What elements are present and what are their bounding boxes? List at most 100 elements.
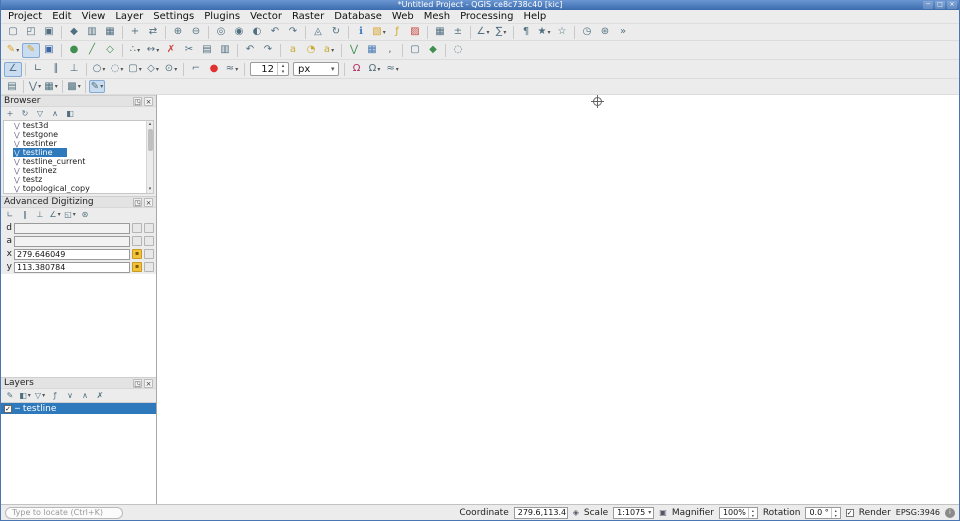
enable-advanced-digitizing-icon[interactable]: ∠	[4, 62, 22, 77]
browser-item-testlinez[interactable]: ⋁testlinez	[4, 166, 145, 175]
statistical-summary-icon[interactable]: ∑▾	[492, 25, 510, 40]
open-layer-styling-icon[interactable]: ✎	[3, 390, 17, 402]
browser-item-testz[interactable]: ⋁testz	[4, 175, 145, 184]
digitize-unit-select[interactable]: px▾	[293, 62, 339, 76]
repeat-lock-icon[interactable]	[144, 223, 154, 233]
menu-item-mesh[interactable]: Mesh	[419, 11, 455, 22]
advdig-settings-icon[interactable]: ⊛	[78, 209, 92, 221]
browser-item-testline[interactable]: ⋁testline	[4, 148, 145, 157]
project-open-icon[interactable]: ◰	[22, 25, 40, 40]
repeat-lock-icon[interactable]	[144, 262, 154, 272]
project-new-icon[interactable]: ▢	[4, 25, 22, 40]
filter-browser-icon[interactable]: ▽	[33, 108, 47, 120]
browser-item-topological_copy[interactable]: ⋁topological_copy	[4, 184, 145, 193]
dropdown-arrow-icon[interactable]: ▾	[102, 66, 105, 73]
close-button[interactable]: ×	[947, 1, 957, 9]
layers-close-icon[interactable]: ×	[144, 379, 153, 388]
dropdown-arrow-icon[interactable]: ▾	[331, 47, 334, 54]
new-print-layout-icon[interactable]: ▥	[83, 25, 101, 40]
menu-item-web[interactable]: Web	[387, 11, 419, 22]
magnifier-spinbox[interactable]: 100% ▴▾	[719, 507, 758, 519]
messages-icon[interactable]: i	[945, 508, 955, 518]
dropdown-arrow-icon[interactable]: ▾	[331, 65, 335, 73]
refresh-browser-icon[interactable]: ↻	[18, 108, 32, 120]
zoom-next-icon[interactable]: ↷	[284, 25, 302, 40]
copy-features-icon[interactable]: ▤	[198, 43, 216, 58]
scroll-up-icon[interactable]: ▴	[149, 121, 152, 128]
browser-item-testgone[interactable]: ⋁testgone	[4, 130, 145, 139]
browser-scrollbar[interactable]: ▴ ▾	[146, 121, 153, 193]
crs-status-button[interactable]: EPSG:3946	[896, 508, 940, 517]
lock-icon[interactable]	[132, 236, 142, 246]
menu-item-project[interactable]: Project	[3, 11, 47, 22]
coordinate-input[interactable]: 279.6,113.4	[514, 507, 568, 519]
menu-item-edit[interactable]: Edit	[47, 11, 76, 22]
scrollbar-thumb[interactable]	[148, 129, 153, 151]
field-input-a[interactable]	[14, 236, 130, 247]
ellipse-digitize-icon[interactable]: ⊙▾	[162, 62, 180, 77]
field-input-x[interactable]: 279.646049	[14, 249, 130, 260]
paste-features-icon[interactable]: ▥	[216, 43, 234, 58]
add-raster-layer-small-icon[interactable]: ▦▾	[43, 80, 59, 93]
undo-icon[interactable]: ↶	[241, 43, 259, 58]
dropdown-arrow-icon[interactable]: ▾	[42, 392, 45, 399]
annotation-tools-icon[interactable]: ✎▾	[89, 80, 105, 93]
new-spatial-bookmark-icon[interactable]: ★▾	[535, 25, 553, 40]
pan-map-icon[interactable]: +	[126, 25, 144, 40]
toggle-extents-icon[interactable]: ◈	[573, 509, 579, 517]
menu-item-raster[interactable]: Raster	[287, 11, 329, 22]
python-console-icon[interactable]: »	[614, 25, 632, 40]
layout-manager-icon[interactable]: ▦	[101, 25, 119, 40]
pan-to-selection-icon[interactable]: ⇄	[144, 25, 162, 40]
repeat-lock-icon[interactable]	[144, 249, 154, 259]
browser-close-icon[interactable]: ×	[144, 97, 153, 106]
identify-features-icon[interactable]: ℹ	[352, 25, 370, 40]
manage-map-themes-icon[interactable]: ◧▾	[18, 390, 32, 402]
digitize-polygon-icon[interactable]: ◇	[101, 43, 119, 58]
toggle-editing-icon[interactable]: ✎	[22, 43, 40, 58]
map-tips-icon[interactable]: ¶	[517, 25, 535, 40]
filter-legend-icon[interactable]: ▽▾	[33, 390, 47, 402]
delete-selected-icon[interactable]: ✗	[162, 43, 180, 58]
spin-down-icon[interactable]: ▾	[749, 513, 757, 518]
layer-diagram-icon[interactable]: ◔	[302, 43, 320, 58]
minimize-button[interactable]: ─	[923, 1, 933, 9]
add-vector-layer-icon[interactable]: ⋁	[345, 43, 363, 58]
cut-features-icon[interactable]: ✂	[180, 43, 198, 58]
add-mesh-layer-small-icon[interactable]: ▩▾	[66, 80, 82, 93]
menu-item-help[interactable]: Help	[518, 11, 551, 22]
rotation-spinbox[interactable]: 0.0 ° ▴▾	[805, 507, 840, 519]
zoom-to-layer-icon[interactable]: ◐	[248, 25, 266, 40]
add-selected-layers-icon[interactable]: +	[3, 108, 17, 120]
menu-item-view[interactable]: View	[77, 11, 111, 22]
dropdown-arrow-icon[interactable]: ▾	[38, 83, 41, 90]
zoom-full-icon[interactable]: ◎	[212, 25, 230, 40]
add-raster-layer-icon[interactable]: ▦	[363, 43, 381, 58]
layer-labeling-icon[interactable]: a	[284, 43, 302, 58]
render-checkbox[interactable]: ✓	[846, 509, 854, 517]
lock-scale-icon[interactable]: ▣	[659, 509, 667, 517]
vertex-tool-icon[interactable]: ∴▾	[126, 43, 144, 58]
collapse-all-layers-icon[interactable]: ∧	[78, 390, 92, 402]
stream-digitizing-icon[interactable]: ≈▾	[223, 62, 241, 77]
current-edits-icon[interactable]: ✎▾	[4, 43, 22, 58]
osm-search-icon[interactable]: ◌	[449, 43, 467, 58]
properties-widget-icon[interactable]: ◧	[63, 108, 77, 120]
spin-arrows[interactable]: ▴▾	[831, 508, 840, 518]
measure-line-icon[interactable]: ∠▾	[474, 25, 492, 40]
browser-float-icon[interactable]: ◳	[133, 97, 142, 106]
floater-settings-icon[interactable]: ◱▾	[63, 209, 77, 221]
dropdown-arrow-icon[interactable]: ▾	[648, 509, 651, 516]
dropdown-arrow-icon[interactable]: ▾	[28, 392, 31, 399]
dropdown-arrow-icon[interactable]: ▾	[503, 29, 506, 36]
dropdown-arrow-icon[interactable]: ▾	[55, 83, 58, 90]
map-canvas[interactable]	[157, 95, 959, 504]
maximize-button[interactable]: □	[935, 1, 945, 9]
field-input-y[interactable]: 113.380784	[14, 262, 130, 273]
menu-item-plugins[interactable]: Plugins	[199, 11, 245, 22]
move-feature-icon[interactable]: ↔▾	[144, 43, 162, 58]
lock-icon[interactable]: ▪	[132, 262, 142, 272]
dropdown-arrow-icon[interactable]: ▾	[58, 211, 61, 218]
dropdown-arrow-icon[interactable]: ▾	[486, 29, 489, 36]
spin-down-icon[interactable]: ▾	[832, 513, 840, 518]
